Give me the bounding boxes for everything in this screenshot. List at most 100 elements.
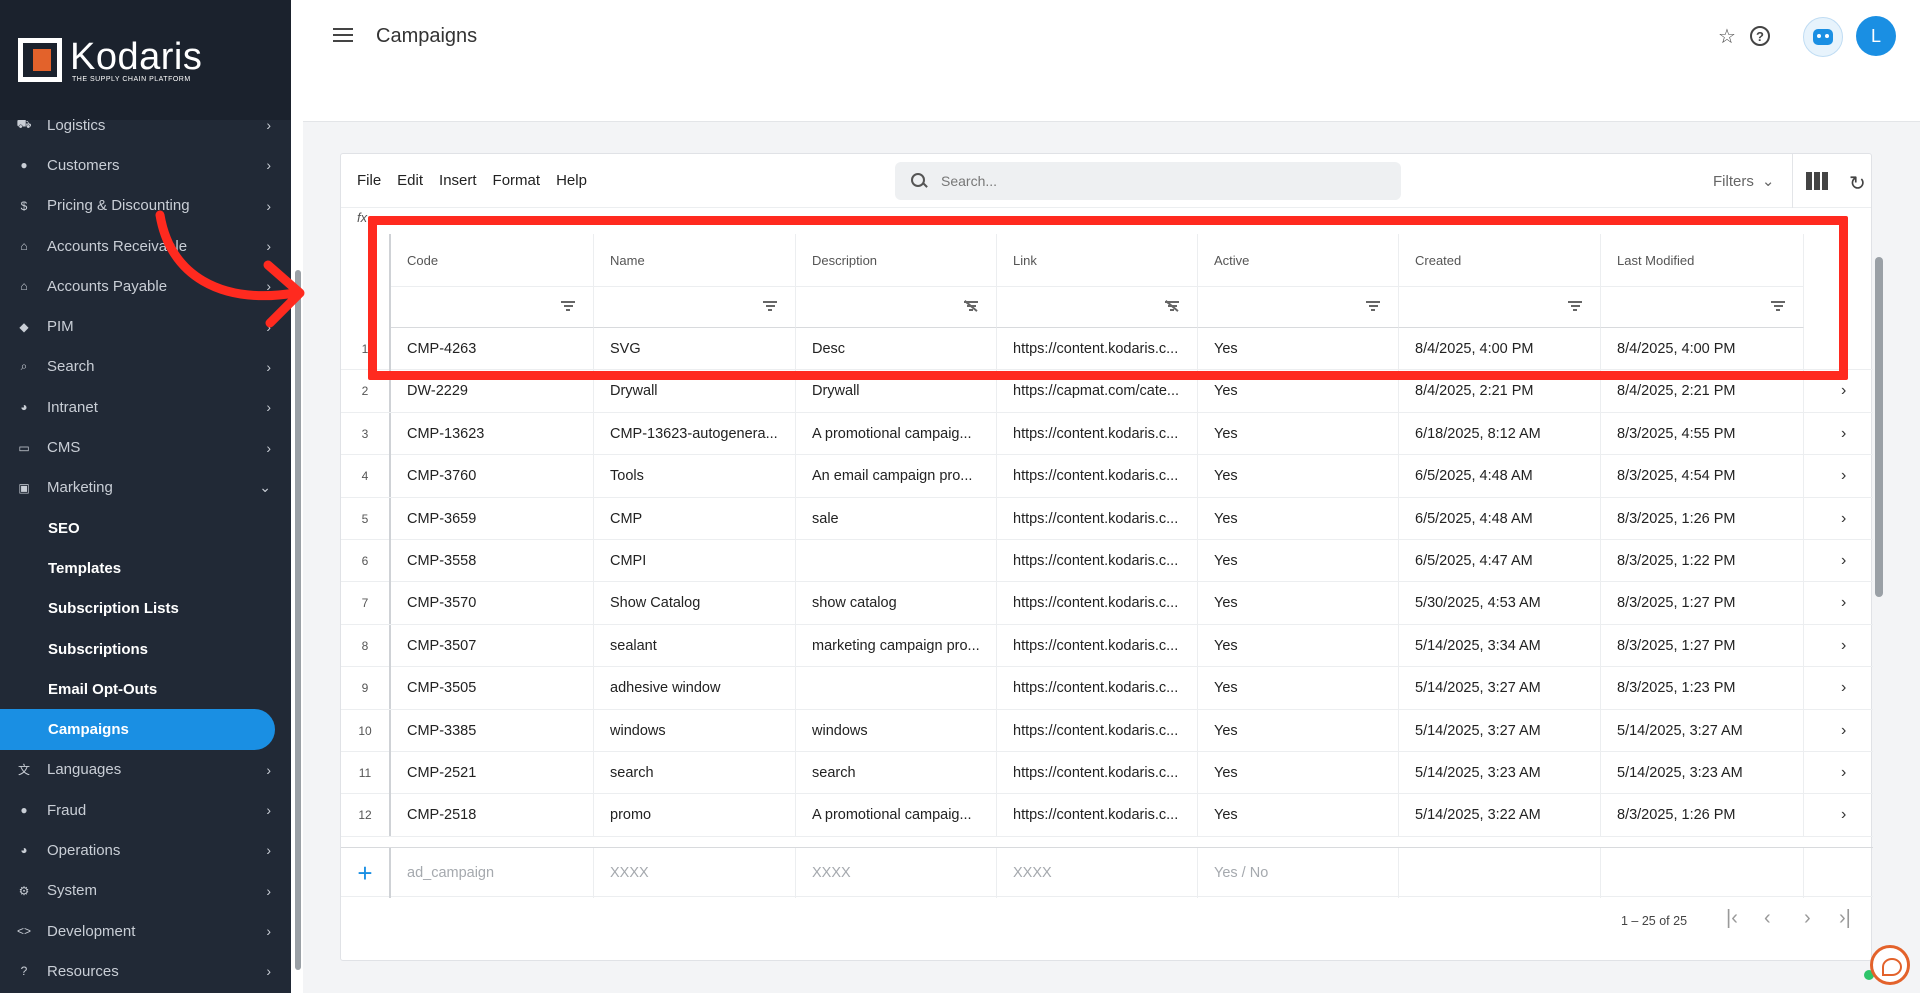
table-row[interactable]: 4 CMP-3760 Tools An email campaign pro... ht…: [341, 455, 1873, 498]
cell-modified: 8/3/2025, 4:54 PM: [1601, 455, 1804, 498]
menu-edit[interactable]: Edit: [397, 172, 423, 189]
new-row-active[interactable]: Yes / No: [1198, 848, 1399, 898]
new-row-link[interactable]: XXXX: [997, 848, 1198, 898]
menu-icon[interactable]: [333, 28, 353, 44]
sidebar-item-cms[interactable]: ▭ CMS ›: [0, 427, 291, 467]
cell-link: https://content.kodaris.c...: [997, 667, 1198, 710]
sidebar-subitem-templates[interactable]: Templates: [0, 548, 291, 588]
cell-name: CMPI: [594, 540, 796, 582]
filters-dropdown[interactable]: Filters ⌄: [1713, 172, 1774, 191]
menu-file[interactable]: File: [357, 172, 381, 189]
chevron-right-icon[interactable]: ›: [1841, 467, 1846, 485]
grid-scrollbar-thumb[interactable]: [1875, 257, 1883, 597]
sidebar-scrollbar-thumb[interactable]: [295, 270, 301, 970]
chevron-right-icon[interactable]: ›: [1841, 594, 1846, 612]
table-row[interactable]: 6 CMP-3558 CMPI https://content.kodaris.c..…: [341, 540, 1873, 583]
new-row-name[interactable]: XXXX: [594, 848, 796, 898]
sidebar-item-label: PIM: [47, 318, 74, 336]
chevron-right-icon[interactable]: ›: [1841, 679, 1846, 697]
columns-icon[interactable]: [1806, 172, 1828, 190]
search-input[interactable]: [941, 173, 1361, 189]
sidebar-item-languages[interactable]: 文 Languages ›: [0, 750, 291, 790]
menu-insert[interactable]: Insert: [439, 172, 477, 189]
cell-created: 5/14/2025, 3:23 AM: [1399, 752, 1601, 794]
sidebar-item-label: Operations: [47, 841, 121, 859]
sidebar-item-resources[interactable]: ? Resources ›: [0, 951, 291, 991]
table-row[interactable]: 9 CMP-3505 adhesive window https://content.…: [341, 667, 1873, 710]
first-page-icon[interactable]: |‹: [1726, 907, 1738, 930]
chevron-right-icon[interactable]: ›: [1841, 722, 1846, 740]
sidebar-item-label: Search: [47, 358, 95, 376]
cell-modified: 8/3/2025, 1:26 PM: [1601, 497, 1804, 540]
sidebar-subitem-email-opt-outs[interactable]: Email Opt-Outs: [0, 669, 291, 709]
chevron-right-icon[interactable]: ›: [1841, 552, 1846, 570]
star-icon[interactable]: ☆: [1713, 22, 1741, 50]
sidebar-item-label: Languages: [47, 761, 122, 779]
row-number: 5: [341, 497, 391, 540]
next-page-icon[interactable]: ›: [1804, 907, 1811, 930]
table-row[interactable]: 3 CMP-13623 CMP-13623-autogenera... A promo…: [341, 412, 1873, 456]
chevron-right-icon[interactable]: ›: [1841, 637, 1846, 655]
table-row[interactable]: 11 CMP-2521 search search https://content.ko…: [341, 752, 1873, 795]
sidebar-item-marketing[interactable]: ▣ Marketing ⌄: [0, 468, 291, 508]
chat-support-icon[interactable]: [1870, 945, 1910, 985]
chevron-right-icon: ›: [266, 923, 271, 940]
sidebar-item-intranet[interactable]: ◕ Intranet ›: [0, 387, 291, 427]
bank-icon: ⌂: [20, 239, 28, 254]
table-row[interactable]: 8 CMP-3507 sealant marketing campaign pro..…: [341, 624, 1873, 668]
sidebar-item-customers[interactable]: ● Customers ›: [0, 145, 291, 185]
chevron-right-icon: ›: [266, 802, 271, 819]
people-icon: ●: [20, 158, 28, 173]
chevron-right-icon[interactable]: ›: [1841, 510, 1846, 528]
cell-created: 5/14/2025, 3:34 AM: [1399, 624, 1601, 667]
sidebar-item-logistics[interactable]: ⛟ Logistics ›: [0, 105, 291, 145]
chevron-right-icon[interactable]: ›: [1841, 764, 1846, 782]
last-page-icon[interactable]: ›|: [1839, 907, 1851, 930]
cell-desc: An email campaign pro...: [796, 455, 997, 498]
cell-active: Yes: [1198, 752, 1399, 794]
user-avatar[interactable]: L: [1856, 16, 1896, 56]
menu-help[interactable]: Help: [556, 172, 587, 189]
sidebar-item-system[interactable]: ⚙ System ›: [0, 871, 291, 911]
new-row-desc[interactable]: XXXX: [796, 848, 997, 898]
add-row-icon[interactable]: +: [341, 848, 391, 898]
assistant-bot-button[interactable]: [1803, 17, 1843, 57]
row-number: 7: [341, 582, 391, 625]
new-row[interactable]: + ad_campaign XXXX XXXX XXXX Yes / No: [341, 847, 1873, 898]
sidebar-subitem-seo[interactable]: SEO: [0, 508, 291, 548]
cell-name: sealant: [594, 624, 796, 667]
cell-modified: 5/14/2025, 3:27 AM: [1601, 709, 1804, 752]
refresh-icon[interactable]: ↻: [1849, 171, 1866, 196]
help-icon[interactable]: ?: [1746, 22, 1774, 50]
translate-icon: 文: [17, 763, 30, 778]
sidebar-item-label: CMS: [47, 439, 81, 457]
table-row[interactable]: 7 CMP-3570 Show Catalog show catalog https:/…: [341, 582, 1873, 625]
cell-link: https://content.kodaris.c...: [997, 794, 1198, 837]
chevron-right-icon[interactable]: ›: [1841, 806, 1846, 824]
brand-name: Kodaris: [70, 35, 203, 78]
sidebar-subitem-campaigns[interactable]: Campaigns: [0, 709, 275, 750]
grid-menu: File Edit Insert Format Help: [357, 172, 587, 189]
cell-code: CMP-2518: [391, 794, 594, 837]
cell-link: https://content.kodaris.c...: [997, 412, 1198, 455]
table-row[interactable]: 10 CMP-3385 windows windows https://content.…: [341, 709, 1873, 752]
sidebar-subitem-subscriptions[interactable]: Subscriptions: [0, 629, 291, 669]
sidebar-item-fraud[interactable]: ● Fraud ›: [0, 790, 291, 830]
sidebar-item-operations[interactable]: ◕ Operations ›: [0, 830, 291, 870]
cell-code: CMP-3385: [391, 709, 594, 752]
sidebar-subitem-subscription-lists[interactable]: Subscription Lists: [0, 589, 291, 629]
menu-format[interactable]: Format: [493, 172, 541, 189]
cell-desc: sale: [796, 497, 997, 540]
cell-link: https://content.kodaris.c...: [997, 497, 1198, 540]
chevron-right-icon[interactable]: ›: [1841, 425, 1846, 443]
grid-scrollbar[interactable]: [1872, 237, 1886, 895]
prev-page-icon[interactable]: ‹: [1764, 907, 1771, 930]
new-row-code[interactable]: ad_campaign: [391, 848, 594, 898]
table-row[interactable]: 5 CMP-3659 CMP sale https://content.kodaris.…: [341, 497, 1873, 540]
chevron-right-icon[interactable]: ›: [1841, 382, 1846, 400]
sidebar-item-development[interactable]: <> Development ›: [0, 911, 291, 951]
search-box[interactable]: [895, 162, 1401, 200]
table-row[interactable]: 12 CMP-2518 promo A promotional campaig... h…: [341, 794, 1873, 837]
sidebar-item-search[interactable]: ⌕ Search ›: [0, 347, 291, 387]
brand-logo[interactable]: Kodaris THE SUPPLY CHAIN PLATFORM: [0, 0, 291, 120]
